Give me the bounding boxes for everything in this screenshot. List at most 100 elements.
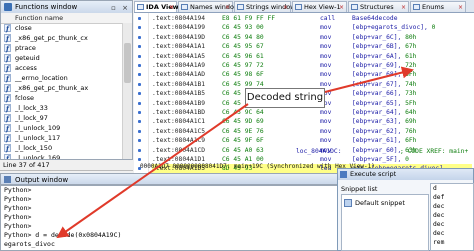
gutter-dot (138, 111, 141, 114)
function-name: _l_unlock_109 (15, 124, 61, 132)
function-name: close (15, 24, 32, 32)
operand-value: 6Fh (405, 137, 417, 145)
operand: [ebp+var_6A], 61h (352, 52, 417, 60)
disasm-row[interactable]: .text:0804A19D C6 45 94 80 mov [ebp+var_6C]… (152, 33, 472, 42)
tab-label: Names window (190, 3, 240, 11)
function-list-item[interactable]: f geteuid (1, 53, 122, 63)
gutter-dot (138, 92, 141, 96)
address: .text:0804A194 (152, 15, 206, 22)
disasm-row[interactable]: .text:0804A1C1 C6 45 9D 69 mov [ebp+var_63]… (152, 117, 472, 126)
operand: [ebp+var_63], 69h (352, 118, 417, 126)
function-list-item[interactable]: f _l_unlock_109 (1, 123, 122, 133)
address: .text:0804A1B9 (152, 99, 206, 107)
decoded-string-callout: Decoded string (245, 88, 325, 108)
function-list-item[interactable]: f ptrace (1, 43, 122, 53)
tab-names-window[interactable]: Names window × (178, 1, 239, 13)
operand: [ebp+var_67], 74h (352, 80, 417, 88)
operand-value: 5Fh (405, 99, 417, 107)
mnemonic: mov (320, 24, 332, 32)
tab-close-icon[interactable]: × (169, 2, 174, 13)
gutter-dot (138, 26, 141, 30)
function-icon: f (4, 24, 11, 33)
tab-enums[interactable]: Enums × (410, 1, 466, 12)
operand: [ebp+var_6B], 67h (352, 43, 417, 51)
function-list-item[interactable]: f __errno_location (1, 73, 122, 83)
tab-close-icon[interactable]: × (401, 2, 406, 13)
gutter-dot (138, 129, 141, 133)
address: .text:0804A1C5 (152, 127, 206, 135)
disasm-row[interactable]: .text:0804A1C5 C6 45 9E 76 mov [ebp+var_62]… (152, 127, 472, 136)
opcode-bytes: C6 45 95 67 (222, 43, 264, 51)
mnemonic: call (320, 15, 336, 22)
execute-script-title[interactable]: Execute script (338, 169, 473, 180)
tab-hex-view-1[interactable]: Hex View-1 × (292, 1, 347, 12)
mnemonic: mov (320, 118, 332, 126)
snippet-list[interactable]: Default snippet (341, 194, 429, 251)
function-name: _l_lock_97 (15, 114, 48, 122)
function-icon: f (4, 44, 11, 53)
disasm-row[interactable]: .text:0804A199 C6 45 93 00 mov [ebp+egarots… (152, 23, 472, 32)
function-list[interactable]: f close f _x86_get_pc_thunk_cx f ptrace f geteu… (1, 23, 122, 159)
gutter-dot (138, 35, 141, 39)
disasm-row[interactable]: .text:0804A1AD C6 45 98 6F mov [ebp+var_68]… (152, 70, 472, 79)
function-icon: f (4, 144, 11, 153)
disasm-row[interactable]: .text:0804A1C9 C6 45 9F 6F mov [ebp+var_61]… (152, 136, 472, 145)
tab-icon (351, 4, 358, 10)
function-list-item[interactable]: f _l_lock_97 (1, 113, 122, 123)
tab-icon (237, 4, 244, 10)
function-list-item[interactable]: f _x86_get_pc_thunk_cx (1, 33, 122, 43)
function-icon: f (4, 104, 11, 113)
script-line: dec (433, 230, 445, 237)
tab-bar: IDA View-A × Names window × Strings window × H… (134, 0, 474, 13)
script-editor[interactable]: d def dec dec dec dec rem (430, 183, 474, 251)
tab-close-icon[interactable]: × (283, 2, 288, 13)
tab-label: Structures (360, 3, 394, 11)
function-icon: f (4, 114, 11, 123)
function-list-item[interactable]: f _l_lock_33 (1, 103, 122, 113)
operand: Base64decode (352, 15, 398, 22)
tab-ida-view-a[interactable]: IDA View-A × (134, 1, 186, 13)
function-name: _x86_get_pc_thunk_ax (15, 84, 89, 92)
disasm-row[interactable]: .text:0804A1A5 C6 45 96 61 mov [ebp+var_6A]… (152, 52, 472, 61)
script-line: dec (433, 203, 445, 210)
disasm-row[interactable]: .text:0804A1A1 C6 45 95 67 mov [ebp+var_6B]… (152, 42, 472, 51)
script-line: def (433, 194, 445, 201)
disasm-row[interactable]: .text:0804A1BD C6 45 9C 64 mov [ebp+var_64]… (152, 108, 472, 117)
tab-label: Enums (422, 3, 445, 11)
location-label[interactable]: loc_804A1DC: (296, 148, 342, 155)
address: .text:0804A1AD (152, 71, 206, 79)
scrollbar-thumb[interactable] (124, 43, 131, 83)
execute-script-dialog: Execute script Snippet list Default snip… (337, 168, 474, 251)
function-list-item[interactable]: f _x86_get_pc_thunk_ax (1, 83, 122, 93)
function-list-item[interactable]: f fclose (1, 93, 122, 103)
tab-strings-window[interactable]: Strings window × (234, 1, 296, 13)
functions-window: Functions window ▫ × Function name f clos… (0, 0, 133, 160)
operand-value: 67h (405, 43, 417, 51)
tab-label: Strings window (246, 3, 296, 11)
tab-structures[interactable]: Structures × (348, 1, 409, 12)
function-icon: f (4, 154, 11, 159)
gutter-dot (138, 45, 141, 49)
function-list-item[interactable]: f access (1, 63, 122, 73)
operand-value: 69h (405, 118, 417, 126)
function-list-item[interactable]: f close (1, 23, 122, 33)
script-icon (340, 171, 347, 178)
tab-close-icon[interactable]: × (339, 2, 344, 13)
function-list-item[interactable]: f _l_unlock_117 (1, 133, 122, 143)
function-name: access (15, 64, 37, 72)
mnemonic: mov (320, 62, 332, 69)
snippet-item[interactable]: Default snippet (344, 198, 405, 208)
function-list-item[interactable]: f _l_unlock_169 (1, 153, 122, 159)
functions-scrollbar[interactable] (122, 23, 132, 159)
address: .text:0804A1CD (152, 146, 206, 154)
disasm-row[interactable]: .text:0804A194 E8 61 F9 FF FF call Base64de… (152, 14, 472, 23)
function-list-item[interactable]: f _l_lock_150 (1, 143, 122, 153)
function-icon: f (4, 64, 11, 73)
operand-value: 76h (405, 127, 417, 135)
disasm-row[interactable]: .text:0804A1A9 C6 45 97 72 mov [ebp+var_69]… (152, 61, 472, 70)
tab-close-icon[interactable]: × (225, 2, 230, 13)
tab-close-icon[interactable]: × (458, 2, 463, 13)
address: .text:0804A19D (152, 33, 206, 41)
function-icon: f (4, 124, 11, 133)
line-count-status: Line 37 of 417 (0, 160, 133, 171)
